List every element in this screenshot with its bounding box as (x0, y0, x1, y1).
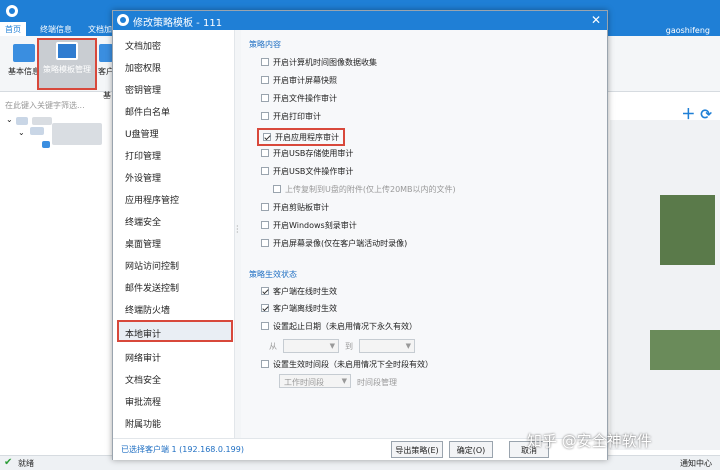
nav-network-audit[interactable]: 网络审计 (119, 346, 231, 368)
nav-desktop-management[interactable]: 桌面管理 (119, 232, 231, 254)
time-period-select[interactable]: 工作时间段 ▼ (279, 374, 351, 388)
nav-key-management[interactable]: 密钥管理 (119, 78, 231, 100)
nav-encrypt-permission[interactable]: 加密权限 (119, 56, 231, 78)
checkbox[interactable] (261, 112, 269, 120)
notification-center-button[interactable]: 通知中心 (680, 458, 712, 469)
edit-strategy-template-dialog: 修改策略模板 - 111 ✕ 文档加密 加密权限 密钥管理 邮件白名单 U盘管理… (112, 10, 608, 460)
option-online-effective[interactable]: 客户端在线时生效 (261, 286, 337, 300)
option-clipboard-audit[interactable]: 开启剪贴板审计 (261, 202, 329, 216)
monitor-icon (13, 44, 35, 62)
client-tree[interactable]: ⌄ ⌄ (0, 115, 115, 155)
chevron-down-icon: ▼ (329, 342, 335, 350)
chevron-down-icon: ▼ (405, 342, 411, 350)
option-print-audit[interactable]: 开启打印审计 (261, 111, 321, 125)
nav-peripheral-management[interactable]: 外设管理 (119, 166, 231, 188)
option-screen-data-collect[interactable]: 开启计算机时间图像数据收集 (261, 57, 377, 71)
section-effective-title: 策略生效状态 (249, 270, 297, 279)
option-file-audit[interactable]: 开启文件操作审计 (261, 93, 337, 107)
checkbox[interactable] (261, 239, 269, 247)
checkbox[interactable] (261, 58, 269, 66)
check-icon: ✔ (4, 457, 13, 468)
client-icon (99, 44, 113, 62)
selected-clients-link[interactable]: 已选择客户端 1 (192.168.0.199) (121, 444, 244, 455)
nav-doc-security[interactable]: 文档安全 (119, 368, 231, 390)
checkbox[interactable] (261, 167, 269, 175)
strategy-template-label: 策略模板管理 (43, 65, 91, 74)
tree-expand-icon[interactable]: ⌄ (6, 115, 13, 124)
checkbox[interactable] (261, 94, 269, 102)
menu-terminal-info[interactable]: 终端信息 (40, 24, 72, 35)
tree-group-label (52, 123, 102, 145)
checkbox[interactable] (261, 322, 269, 330)
tree-root-icon (16, 117, 28, 125)
nav-auxiliary[interactable]: 附属功能 (119, 412, 231, 434)
from-label: 从 (269, 342, 277, 351)
from-date-select[interactable]: ▼ (283, 339, 339, 353)
option-upload-usb-attachment[interactable]: 上传复制到U盘的附件(仅上传20MB以内的文件) (273, 184, 456, 198)
time-period-value: 工作时间段 (284, 378, 324, 387)
checkbox[interactable] (261, 203, 269, 211)
option-app-audit[interactable]: 开启应用程序审计 (257, 128, 345, 146)
tree-expand-icon[interactable]: ⌄ (18, 128, 25, 137)
menu-home[interactable]: 首页 (0, 22, 26, 36)
strategy-nav: 文档加密 加密权限 密钥管理 邮件白名单 U盘管理 打印管理 外设管理 应用程序… (113, 30, 235, 438)
option-screen-record[interactable]: 开启屏幕录像(仅在客户端活动时录像) (261, 238, 407, 252)
option-offline-effective[interactable]: 客户端离线时生效 (261, 303, 337, 317)
background-panel (610, 120, 720, 450)
checkbox-checked[interactable] (263, 133, 271, 141)
close-icon[interactable]: ✕ (591, 13, 601, 27)
app-logo-icon (6, 5, 18, 17)
menu-doc-encrypt[interactable]: 文档加 (88, 24, 112, 35)
dialog-title: 修改策略模板 - 111 (133, 18, 223, 29)
nav-website-control[interactable]: 网站访问控制 (119, 254, 231, 276)
checkbox-disabled[interactable] (273, 185, 281, 193)
option-date-range[interactable]: 设置起止日期（未启用情况下永久有效） (261, 321, 417, 335)
nav-mail-whitelist[interactable]: 邮件白名单 (119, 100, 231, 122)
nav-print-management[interactable]: 打印管理 (119, 144, 231, 166)
status-text: 就绪 (18, 459, 34, 468)
audit-settings-panel: 策略内容 开启计算机时间图像数据收集 开启审计屏幕快照 开启文件操作审计 开启打… (241, 30, 607, 438)
export-strategy-button[interactable]: 导出策略(E) (391, 441, 443, 458)
nav-mail-send-control[interactable]: 邮件发送控制 (119, 276, 231, 298)
checkbox[interactable] (261, 76, 269, 84)
option-usb-storage-audit[interactable]: 开启USB存储使用审计 (261, 148, 353, 162)
dialog-titlebar[interactable]: 修改策略模板 - 111 ✕ (113, 11, 607, 30)
nav-app-control[interactable]: 应用程序管控 (119, 188, 231, 210)
option-screenshot-audit[interactable]: 开启审计屏幕快照 (261, 75, 337, 89)
dialog-logo-icon (117, 14, 129, 26)
time-period-manage-link[interactable]: 时间段管理 (357, 377, 397, 391)
checkbox[interactable] (261, 360, 269, 368)
to-label: 到 (345, 342, 353, 351)
current-user[interactable]: gaoshifeng (666, 26, 710, 35)
background-thumbnail (650, 330, 720, 370)
tree-computer-icon (42, 141, 50, 148)
section-policy-title: 策略内容 (249, 40, 281, 49)
strategy-template-button[interactable]: 策略模板管理 (37, 38, 97, 90)
chevron-down-icon: ▼ (341, 377, 347, 385)
tree-search-input[interactable]: 在此键入关键字筛选... (0, 100, 115, 114)
nav-doc-encrypt[interactable]: 文档加密 (119, 34, 231, 56)
nav-local-audit[interactable]: 本地审计 (117, 320, 233, 342)
template-icon (56, 42, 78, 60)
ok-button[interactable]: 确定(O) (449, 441, 493, 458)
nav-terminal-security[interactable]: 终端安全 (119, 210, 231, 232)
option-time-period[interactable]: 设置生效时间段（未启用情况下全时段有效） (261, 359, 433, 373)
tree-group-icon (30, 127, 44, 135)
watermark-text: 知乎 @安全神软件 (527, 432, 652, 450)
nav-usb-management[interactable]: U盘管理 (119, 122, 231, 144)
checkbox[interactable] (261, 149, 269, 157)
background-thumbnail (660, 195, 715, 265)
nav-terminal-firewall[interactable]: 终端防火墙 (119, 298, 231, 320)
option-usb-file-audit[interactable]: 开启USB文件操作审计 (261, 166, 353, 180)
to-date-select[interactable]: ▼ (359, 339, 415, 353)
nav-approval-flow[interactable]: 审批流程 (119, 390, 231, 412)
checkbox-checked[interactable] (261, 287, 269, 295)
option-burn-audit[interactable]: 开启Windows刻录审计 (261, 220, 357, 234)
checkbox[interactable] (261, 221, 269, 229)
checkbox-checked[interactable] (261, 304, 269, 312)
basic-info-label: 基本信息 (8, 67, 40, 76)
grip-icon: · · · (236, 222, 239, 237)
tree-root-label (32, 117, 52, 125)
